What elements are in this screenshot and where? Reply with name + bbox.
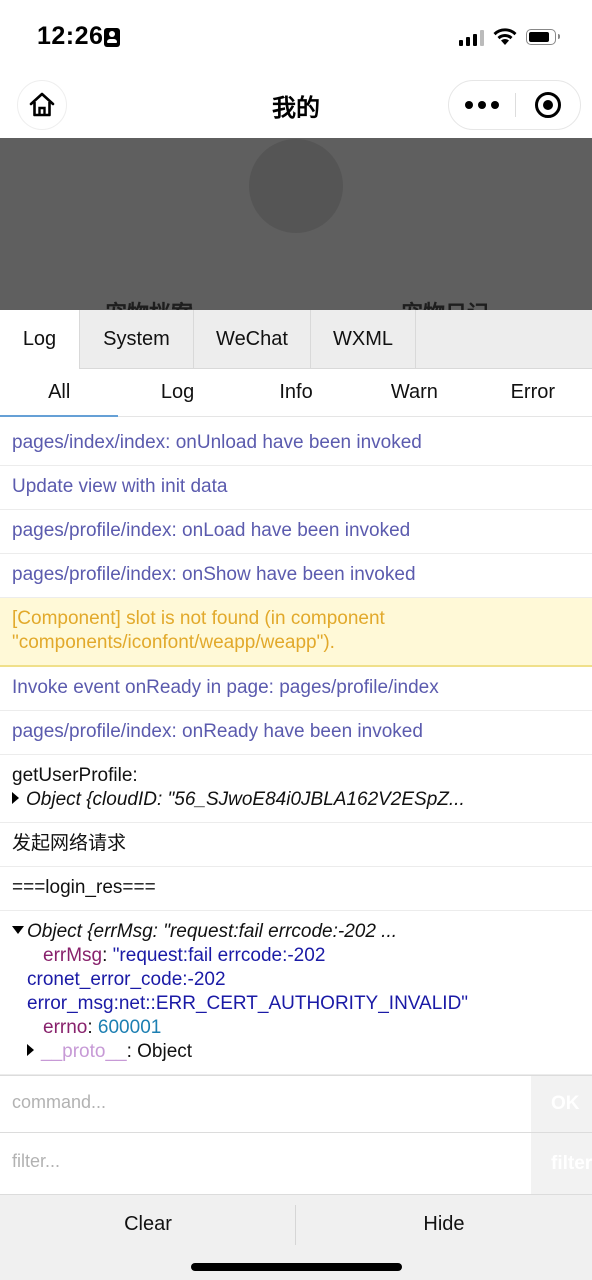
vconsole-subtabs: All Log Info Warn Error <box>0 369 592 417</box>
object-summary: Object {errMsg: "request:fail errcode:-2… <box>27 921 398 942</box>
nav-bar: 我的 <box>0 76 592 138</box>
page-background: 宠物档案 宠物日记 <box>0 138 592 310</box>
log-entry: pages/profile/index: onReady have been i… <box>0 711 592 755</box>
log-entry: 发起网络请求 <box>0 823 592 867</box>
subtab-warn[interactable]: Warn <box>355 369 473 416</box>
mini-program-capsule <box>448 80 581 130</box>
log-list[interactable]: pages/index/index: onUnload have been in… <box>0 422 592 1076</box>
object-value-cont: cronet_error_code:-202 <box>27 969 226 990</box>
object-value-cont: error_msg:net::ERR_CERT_AUTHORITY_INVALI… <box>27 993 469 1014</box>
vconsole-panel: Log System WeChat WXML All Log Info Warn… <box>0 310 592 1280</box>
expand-arrow-icon <box>12 792 19 804</box>
avatar <box>249 139 343 233</box>
status-bar: 12:26 <box>0 0 592 76</box>
more-dots-icon <box>465 101 473 109</box>
close-miniprogram-button[interactable] <box>516 81 580 129</box>
warn-text-line: "components/iconfont/weapp/weapp"). <box>12 632 335 653</box>
cellular-signal-icon <box>459 30 484 46</box>
object-key: errMsg <box>43 945 103 966</box>
vconsole-tabs: Log System WeChat WXML <box>0 310 592 369</box>
filter-input[interactable]: filter... <box>12 1151 60 1172</box>
filter-button[interactable]: filter <box>531 1133 592 1194</box>
hide-button[interactable]: Hide <box>296 1195 592 1253</box>
object-key: __proto__ <box>41 1041 127 1062</box>
log-entry: Invoke event onReady in page: pages/prof… <box>0 667 592 711</box>
warn-text-line: [Component] slot is not found (in compon… <box>12 608 385 629</box>
subtab-all[interactable]: All <box>0 369 119 417</box>
battery-icon <box>526 29 560 45</box>
object-value: "request:fail errcode:-202 <box>112 945 326 966</box>
tab-log[interactable]: Log <box>0 310 80 369</box>
command-row: command... OK <box>0 1075 592 1132</box>
contact-card-icon <box>104 28 120 47</box>
subtab-info[interactable]: Info <box>237 369 355 416</box>
object-body: errMsg: "request:fail errcode:-202 crone… <box>12 944 580 1064</box>
more-menu-button[interactable] <box>449 81 515 129</box>
tab-wxml[interactable]: WXML <box>311 310 416 369</box>
object-toggle[interactable]: Object {errMsg: "request:fail errcode:-2… <box>12 920 580 944</box>
log-label: getUserProfile: <box>12 765 138 786</box>
home-indicator[interactable] <box>191 1263 402 1271</box>
subtab-log[interactable]: Log <box>118 369 236 416</box>
clock: 12:26 <box>37 22 104 50</box>
object-summary: Object {cloudID: "56_SJwoE84i0JBLA162V2E… <box>26 789 465 810</box>
expand-arrow-icon <box>27 1044 34 1056</box>
pet-diary-label: 宠物日记 <box>401 296 489 310</box>
vconsole-footer: Clear Hide <box>0 1194 592 1280</box>
clear-button[interactable]: Clear <box>0 1195 296 1253</box>
log-entry-object-expanded: Object {errMsg: "request:fail errcode:-2… <box>0 911 592 1075</box>
log-entry: pages/profile/index: onLoad have been in… <box>0 510 592 554</box>
command-ok-button[interactable]: OK <box>531 1076 592 1132</box>
command-input[interactable]: command... <box>12 1092 106 1113</box>
filter-row: filter... filter <box>0 1132 592 1194</box>
object-key: errno <box>43 1017 88 1038</box>
tab-system[interactable]: System <box>80 310 194 369</box>
pet-archive-label: 宠物档案 <box>105 296 193 310</box>
wifi-icon <box>493 28 517 45</box>
log-entry-object: getUserProfile: Object {cloudID: "56_SJw… <box>0 755 592 823</box>
log-entry: pages/index/index: onUnload have been in… <box>0 422 592 466</box>
tab-wechat[interactable]: WeChat <box>194 310 311 369</box>
log-entry: ===login_res=== <box>0 867 592 911</box>
subtab-error[interactable]: Error <box>474 369 592 416</box>
collapse-arrow-icon <box>12 926 24 934</box>
object-value: Object <box>137 1041 193 1062</box>
proto-toggle[interactable]: __proto__: Object <box>27 1040 580 1064</box>
log-entry: pages/profile/index: onShow have been in… <box>0 554 592 598</box>
object-toggle[interactable]: Object {cloudID: "56_SJwoE84i0JBLA162V2E… <box>12 788 580 812</box>
object-value: 600001 <box>97 1017 162 1038</box>
warn-log-entry: [Component] slot is not found (in compon… <box>0 598 592 667</box>
target-circle-icon <box>535 92 561 118</box>
log-entry: Update view with init data <box>0 466 592 510</box>
